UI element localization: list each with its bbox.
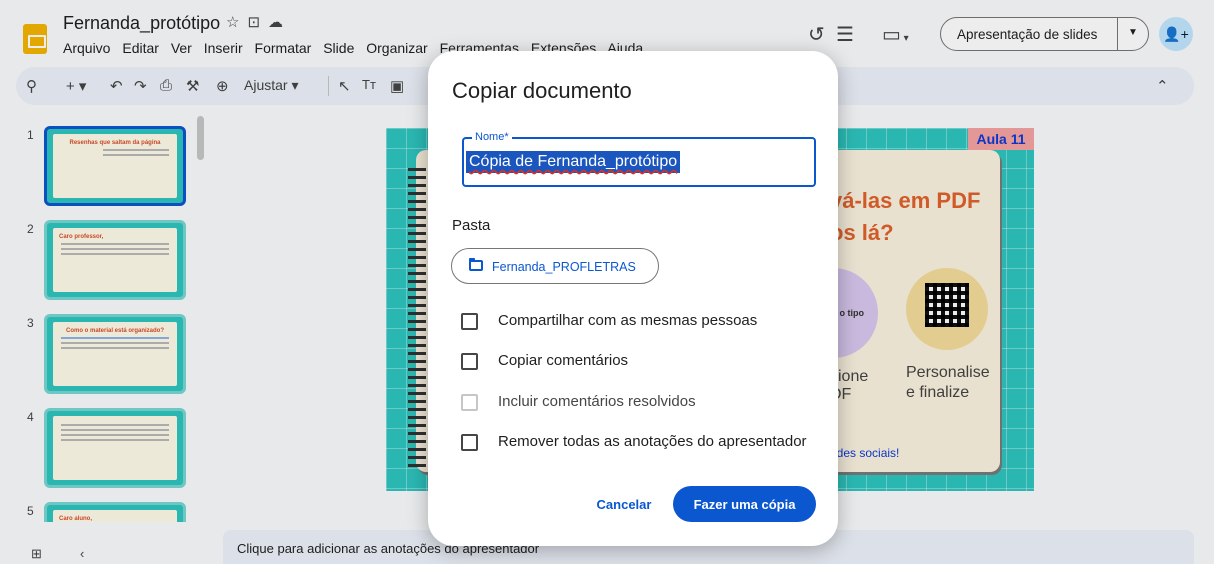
option-label: Copiar comentários <box>498 352 629 369</box>
checkbox-disabled <box>461 394 478 411</box>
option-label: Compartilhar com as mesmas pessoas <box>498 312 758 329</box>
checkbox[interactable] <box>461 434 478 451</box>
folder-name: Fernanda_PROFLETRAS <box>492 260 636 274</box>
folder-picker-button[interactable]: Fernanda_PROFLETRAS <box>451 248 659 284</box>
option-include-resolved: Incluir comentários resolvidos <box>461 393 831 413</box>
option-share-same-people[interactable]: Compartilhar com as mesmas pessoas <box>461 312 831 332</box>
name-field[interactable]: Nome* Cópia de Fernanda_protótipo <box>462 131 816 187</box>
option-label: Incluir comentários resolvidos <box>498 393 696 410</box>
copy-document-dialog: Copiar documento Nome* Cópia de Fernanda… <box>428 51 838 546</box>
option-label: Remover todas as anotações do apresentad… <box>498 433 807 450</box>
folder-icon <box>469 258 483 271</box>
name-field-label: Nome* <box>472 131 512 143</box>
cancel-button[interactable]: Cancelar <box>588 487 660 521</box>
folder-section-label: Pasta <box>452 217 491 234</box>
option-copy-comments[interactable]: Copiar comentários <box>461 352 831 372</box>
checkbox[interactable] <box>461 353 478 370</box>
option-remove-speaker-notes[interactable]: Remover todas as anotações do apresentad… <box>461 433 831 453</box>
checkbox[interactable] <box>461 313 478 330</box>
name-input[interactable]: Cópia de Fernanda_protótipo <box>466 151 681 173</box>
dialog-title: Copiar documento <box>452 78 632 103</box>
make-copy-button[interactable]: Fazer uma cópia <box>673 486 816 522</box>
